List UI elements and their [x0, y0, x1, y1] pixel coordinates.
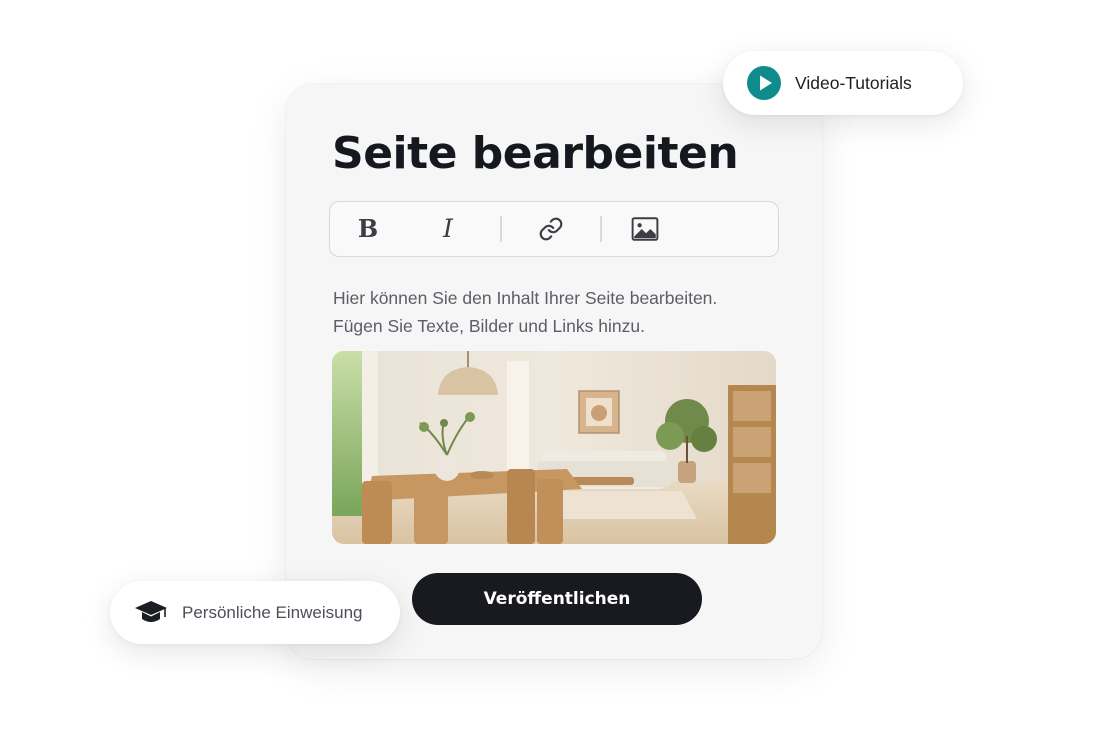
- editor-card: Seite bearbeiten B I Hier können Sie den…: [286, 84, 822, 659]
- video-tutorials-label: Video-Tutorials: [795, 72, 912, 93]
- editor-content[interactable]: Hier können Sie den Inhalt Ihrer Seite b…: [333, 284, 783, 340]
- personal-onboarding-badge[interactable]: Persönliche Einweisung: [110, 581, 400, 644]
- content-line: Hier können Sie den Inhalt Ihrer Seite b…: [333, 288, 718, 308]
- toolbar-divider: [500, 216, 502, 242]
- bold-button[interactable]: B: [346, 202, 390, 255]
- personal-onboarding-label: Persönliche Einweisung: [182, 602, 363, 622]
- play-circle-icon: [747, 66, 781, 100]
- italic-button[interactable]: I: [426, 202, 470, 255]
- video-tutorials-badge[interactable]: Video-Tutorials: [723, 51, 963, 115]
- page-title: Seite bearbeiten: [332, 128, 739, 179]
- toolbar-divider: [600, 216, 602, 242]
- publish-button[interactable]: Veröffentlichen: [412, 573, 702, 625]
- link-icon: [539, 217, 563, 240]
- insert-image-button[interactable]: [623, 202, 667, 255]
- formatting-toolbar: B I: [329, 201, 779, 257]
- image-icon: [631, 216, 659, 241]
- dining-room-photo: [332, 351, 776, 544]
- graduation-cap-icon: [135, 600, 167, 622]
- insert-link-button[interactable]: [529, 202, 573, 255]
- content-line: Fügen Sie Texte, Bilder und Links hinzu.: [333, 316, 645, 336]
